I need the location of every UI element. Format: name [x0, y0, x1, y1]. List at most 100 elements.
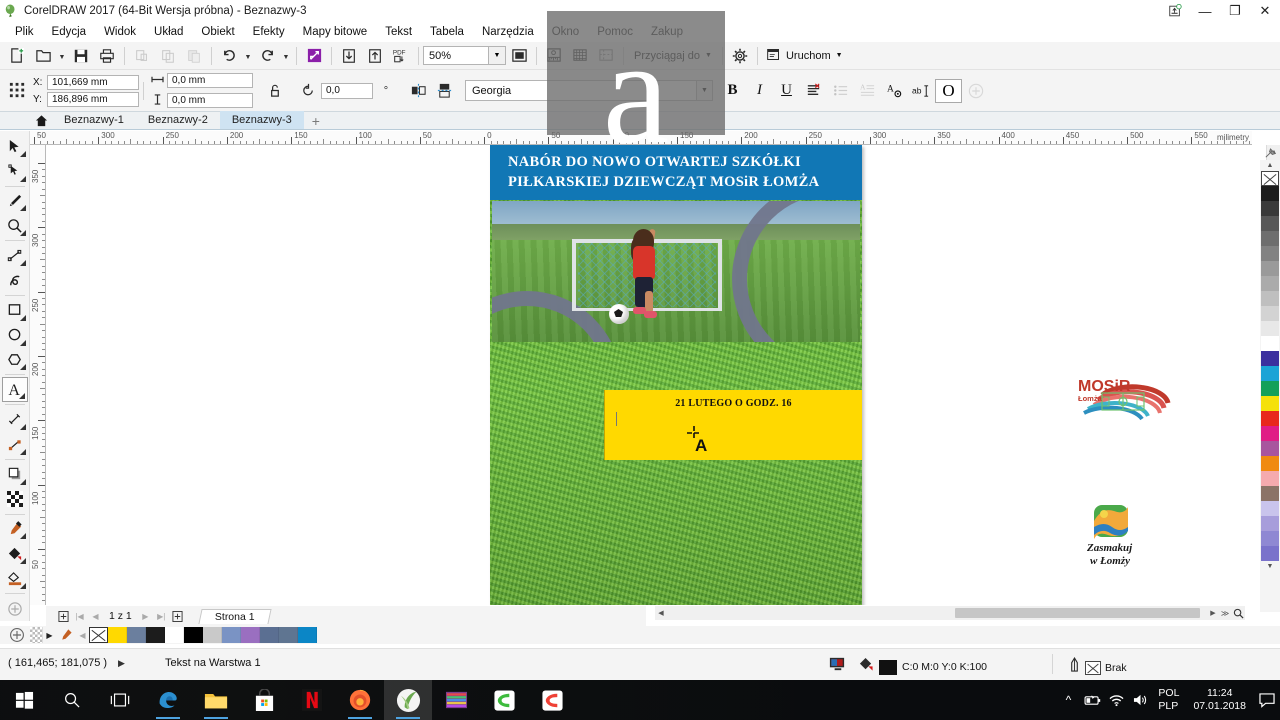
palette-swatch[interactable]: [1261, 231, 1279, 246]
color-eyedropper-tool[interactable]: [2, 517, 28, 542]
object-origin-picker-icon[interactable]: [4, 79, 30, 103]
palette-swatch[interactable]: [279, 627, 298, 643]
zasmakuj-w-lomzy-logo[interactable]: Zasmakuj w Łomży: [1082, 503, 1140, 571]
action-center-icon[interactable]: [1254, 680, 1280, 720]
palette-scroll-left-icon[interactable]: ◀: [76, 626, 89, 644]
palette-swatch[interactable]: [1261, 261, 1279, 276]
palette-transparency-swatch[interactable]: [30, 627, 43, 643]
crop-tool[interactable]: [2, 189, 28, 214]
document-tab-beznazwy-3[interactable]: Beznazwy-3: [219, 111, 304, 129]
coreldraw-taskbar-icon[interactable]: [384, 680, 432, 720]
text-direction-button[interactable]: O: [935, 78, 962, 103]
italic-button[interactable]: I: [746, 79, 773, 103]
palette-swatch[interactable]: [1261, 486, 1279, 501]
paste-icon[interactable]: [181, 44, 207, 68]
palette-add-color-button[interactable]: [4, 626, 30, 644]
lock-ratio-icon[interactable]: [261, 79, 287, 103]
menu-edycja[interactable]: Edycja: [43, 24, 96, 40]
zoom-level-dropdown-icon[interactable]: ▼: [489, 46, 506, 65]
open-document-icon[interactable]: [30, 44, 56, 68]
scroll-left-arrow-icon[interactable]: ◀: [655, 606, 667, 620]
search-content-icon[interactable]: [301, 44, 327, 68]
page-tab-strona-1[interactable]: Strona 1: [198, 608, 272, 624]
volume-icon[interactable]: [1128, 680, 1152, 720]
palette-swatch-no-color[interactable]: [1261, 171, 1279, 186]
zoom-tool[interactable]: [2, 213, 28, 238]
zoom-level-input[interactable]: 50%: [423, 46, 489, 65]
menu-narzedzia[interactable]: Narzędzia: [473, 24, 543, 40]
character-format-icon[interactable]: A: [881, 79, 908, 103]
palette-swatch[interactable]: [1261, 351, 1279, 366]
edge-icon[interactable]: [144, 680, 192, 720]
underline-button[interactable]: U: [773, 79, 800, 103]
menu-tekst[interactable]: Tekst: [376, 24, 421, 40]
drop-shadow-tool[interactable]: [2, 462, 28, 487]
next-page-button[interactable]: ▶: [138, 608, 153, 624]
document-tab-beznazwy-1[interactable]: Beznazwy-1: [52, 111, 136, 129]
width-input[interactable]: 0,0 mm: [167, 73, 253, 88]
add-document-tab-button[interactable]: +: [304, 113, 328, 129]
palette-scroll-right-icon[interactable]: ▶: [43, 626, 56, 644]
palette-scroll-down-icon[interactable]: ▼: [1261, 561, 1279, 572]
palette-swatch-none[interactable]: [89, 627, 108, 643]
undo-dropdown[interactable]: ▼: [242, 44, 254, 68]
color-palette[interactable]: ▲ ▼: [1260, 160, 1280, 612]
cut-icon[interactable]: [129, 44, 155, 68]
menu-efekty[interactable]: Efekty: [244, 24, 294, 40]
battery-icon[interactable]: [1080, 680, 1104, 720]
ellipse-tool[interactable]: [2, 323, 28, 348]
maximize-button[interactable]: ❐: [1220, 0, 1250, 22]
palette-swatch[interactable]: [127, 627, 146, 643]
clock[interactable]: 11:24 07.01.2018: [1185, 687, 1254, 713]
vertical-ruler[interactable]: 350 300 250 200 150 100 50: [30, 145, 46, 605]
palette-swatch[interactable]: [1261, 216, 1279, 231]
poster-yellow-textbox[interactable]: 21 LUTEGO O GODZ. 16: [604, 390, 862, 460]
drawing-canvas[interactable]: NABÓR DO NOWO OTWARTEJ SZKÓŁKI PIŁKARSKI…: [46, 145, 1242, 605]
netflix-icon[interactable]: [288, 680, 336, 720]
parallel-dimension-tool[interactable]: [2, 407, 28, 432]
scroll-right-fast-icon[interactable]: ≫: [1219, 606, 1231, 620]
file-explorer-icon[interactable]: [192, 680, 240, 720]
menu-mapy-bitowe[interactable]: Mapy bitowe: [294, 24, 377, 40]
palette-swatch[interactable]: [146, 627, 165, 643]
edit-text-icon[interactable]: ab: [908, 79, 935, 103]
palette-swatch[interactable]: [1261, 306, 1279, 321]
palette-swatch[interactable]: [1261, 411, 1279, 426]
rectangle-tool[interactable]: [2, 298, 28, 323]
publish-pdf-icon[interactable]: PDF: [388, 44, 414, 68]
last-page-button[interactable]: ▶|: [154, 608, 169, 624]
wifi-icon[interactable]: [1104, 680, 1128, 720]
export-icon[interactable]: [362, 44, 388, 68]
first-page-button[interactable]: |◀: [72, 608, 87, 624]
palette-swatch[interactable]: [1261, 531, 1279, 546]
redo-icon[interactable]: [254, 44, 280, 68]
menu-obiekt[interactable]: Obiekt: [192, 24, 243, 40]
print-icon[interactable]: [94, 44, 120, 68]
palette-swatch[interactable]: [184, 627, 203, 643]
transparency-tool[interactable]: [2, 487, 28, 512]
polygon-tool[interactable]: [2, 348, 28, 373]
mirror-horizontal-icon[interactable]: [405, 79, 431, 103]
pick-tool[interactable]: [2, 134, 28, 159]
close-button[interactable]: ✕: [1250, 0, 1280, 22]
shape-tool[interactable]: [2, 159, 28, 184]
palette-swatch[interactable]: [1261, 381, 1279, 396]
palette-swatch[interactable]: [1261, 246, 1279, 261]
winrar-icon[interactable]: [432, 680, 480, 720]
home-icon[interactable]: [30, 111, 52, 129]
bullet-list-icon[interactable]: [827, 79, 854, 103]
text-tool[interactable]: A: [1, 377, 28, 403]
new-document-icon[interactable]: [4, 44, 30, 68]
task-view-icon[interactable]: [96, 680, 144, 720]
palette-swatch[interactable]: [203, 627, 222, 643]
horizontal-scroll-thumb[interactable]: [955, 608, 1200, 618]
drop-cap-icon[interactable]: A: [854, 79, 881, 103]
palette-swatch[interactable]: [1261, 321, 1279, 336]
palette-eyedropper-icon[interactable]: [56, 626, 76, 644]
text-align-icon[interactable]: [800, 79, 827, 103]
mirror-vertical-icon[interactable]: [431, 79, 457, 103]
language-indicator[interactable]: POL PLP: [1152, 687, 1185, 713]
smart-drawing-tool[interactable]: [2, 268, 28, 293]
menu-uklad[interactable]: Układ: [145, 24, 192, 40]
freehand-tool[interactable]: [2, 243, 28, 268]
